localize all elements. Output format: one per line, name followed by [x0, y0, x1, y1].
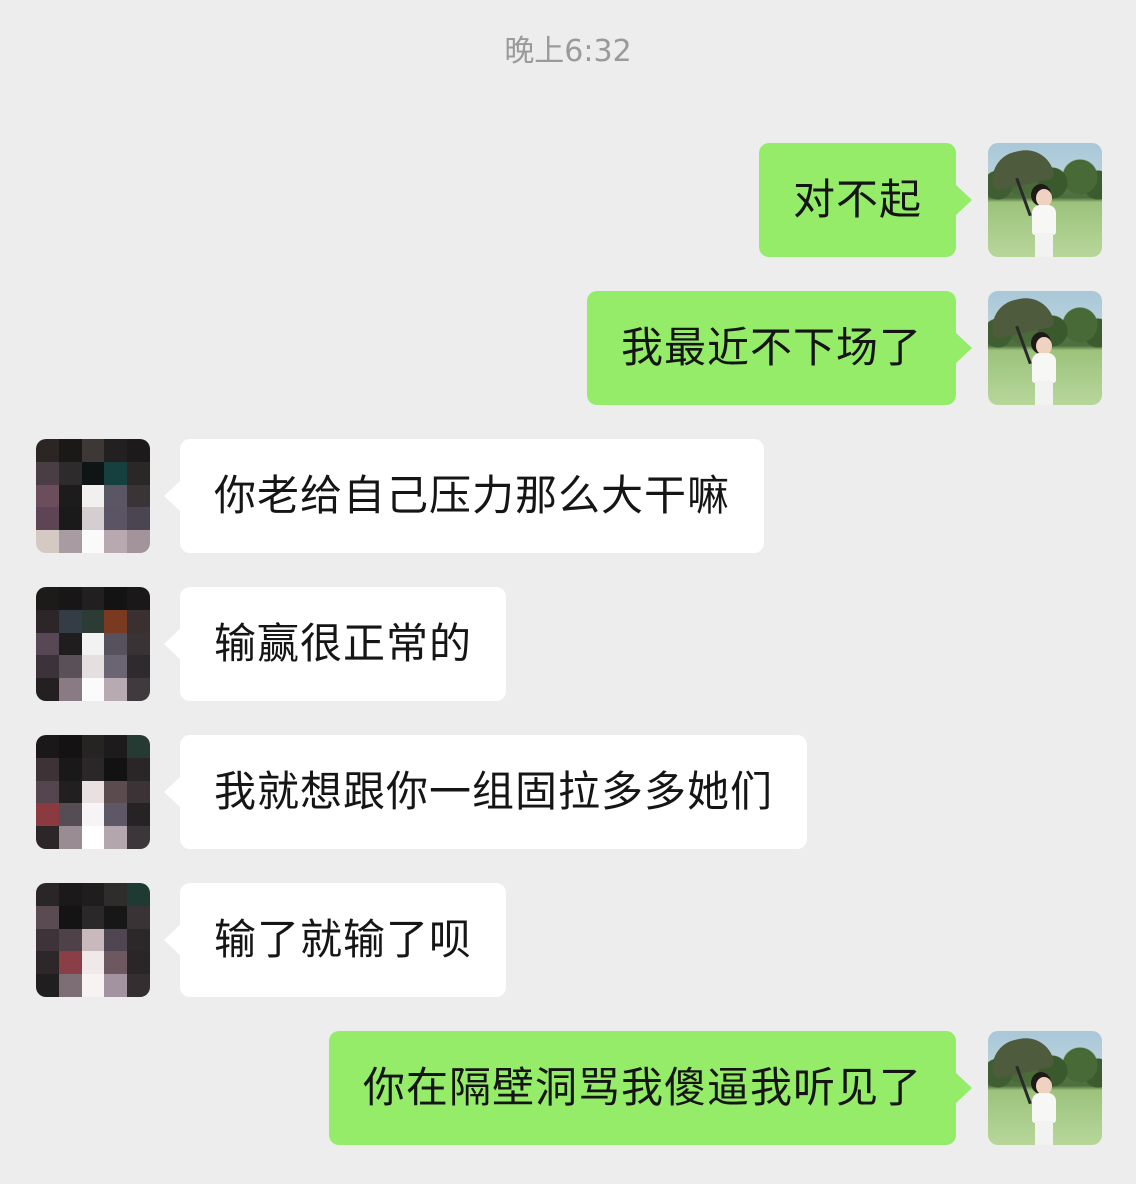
- message-row: 我就想跟你一组固拉多多她们: [0, 735, 1136, 849]
- message-bubble-received[interactable]: 输赢很正常的: [180, 587, 507, 701]
- message-bubble-sent[interactable]: 对不起: [758, 143, 956, 257]
- contact-avatar[interactable]: [36, 587, 150, 701]
- message-bubble-received[interactable]: 我就想跟你一组固拉多多她们: [180, 735, 808, 849]
- bubble-tail: [164, 481, 180, 511]
- contact-avatar[interactable]: [36, 439, 150, 553]
- message-timestamp: 晚上6:32: [504, 34, 632, 69]
- message-bubble-sent[interactable]: 我最近不下场了: [586, 291, 956, 405]
- contact-avatar[interactable]: [36, 735, 150, 849]
- contact-avatar[interactable]: [36, 883, 150, 997]
- message-bubble-received[interactable]: 输了就输了呗: [180, 883, 507, 997]
- message-bubble-sent[interactable]: 你在隔壁洞骂我傻逼我听见了: [328, 1031, 956, 1145]
- message-row: 你老给自己压力那么大干嘛: [0, 439, 1136, 553]
- self-avatar[interactable]: [988, 1031, 1102, 1145]
- self-avatar[interactable]: [988, 143, 1102, 257]
- bubble-tail: [956, 1073, 972, 1103]
- message-row: 对不起: [0, 143, 1136, 257]
- message-row: 输赢很正常的: [0, 587, 1136, 701]
- message-row: 你在隔壁洞骂我傻逼我听见了: [0, 1031, 1136, 1145]
- chat-area[interactable]: 晚上6:32 对不起 我最近不下场了 你老给自己压力那么大干嘛 输赢很正常的 我…: [0, 0, 1136, 1184]
- bubble-tail: [164, 777, 180, 807]
- bubble-tail: [956, 333, 972, 363]
- bubble-tail: [956, 185, 972, 215]
- bubble-tail: [164, 925, 180, 955]
- bubble-tail: [164, 629, 180, 659]
- message-row: 我最近不下场了: [0, 291, 1136, 405]
- self-avatar[interactable]: [988, 291, 1102, 405]
- message-bubble-received[interactable]: 你老给自己压力那么大干嘛: [180, 439, 765, 553]
- message-row: 输了就输了呗: [0, 883, 1136, 997]
